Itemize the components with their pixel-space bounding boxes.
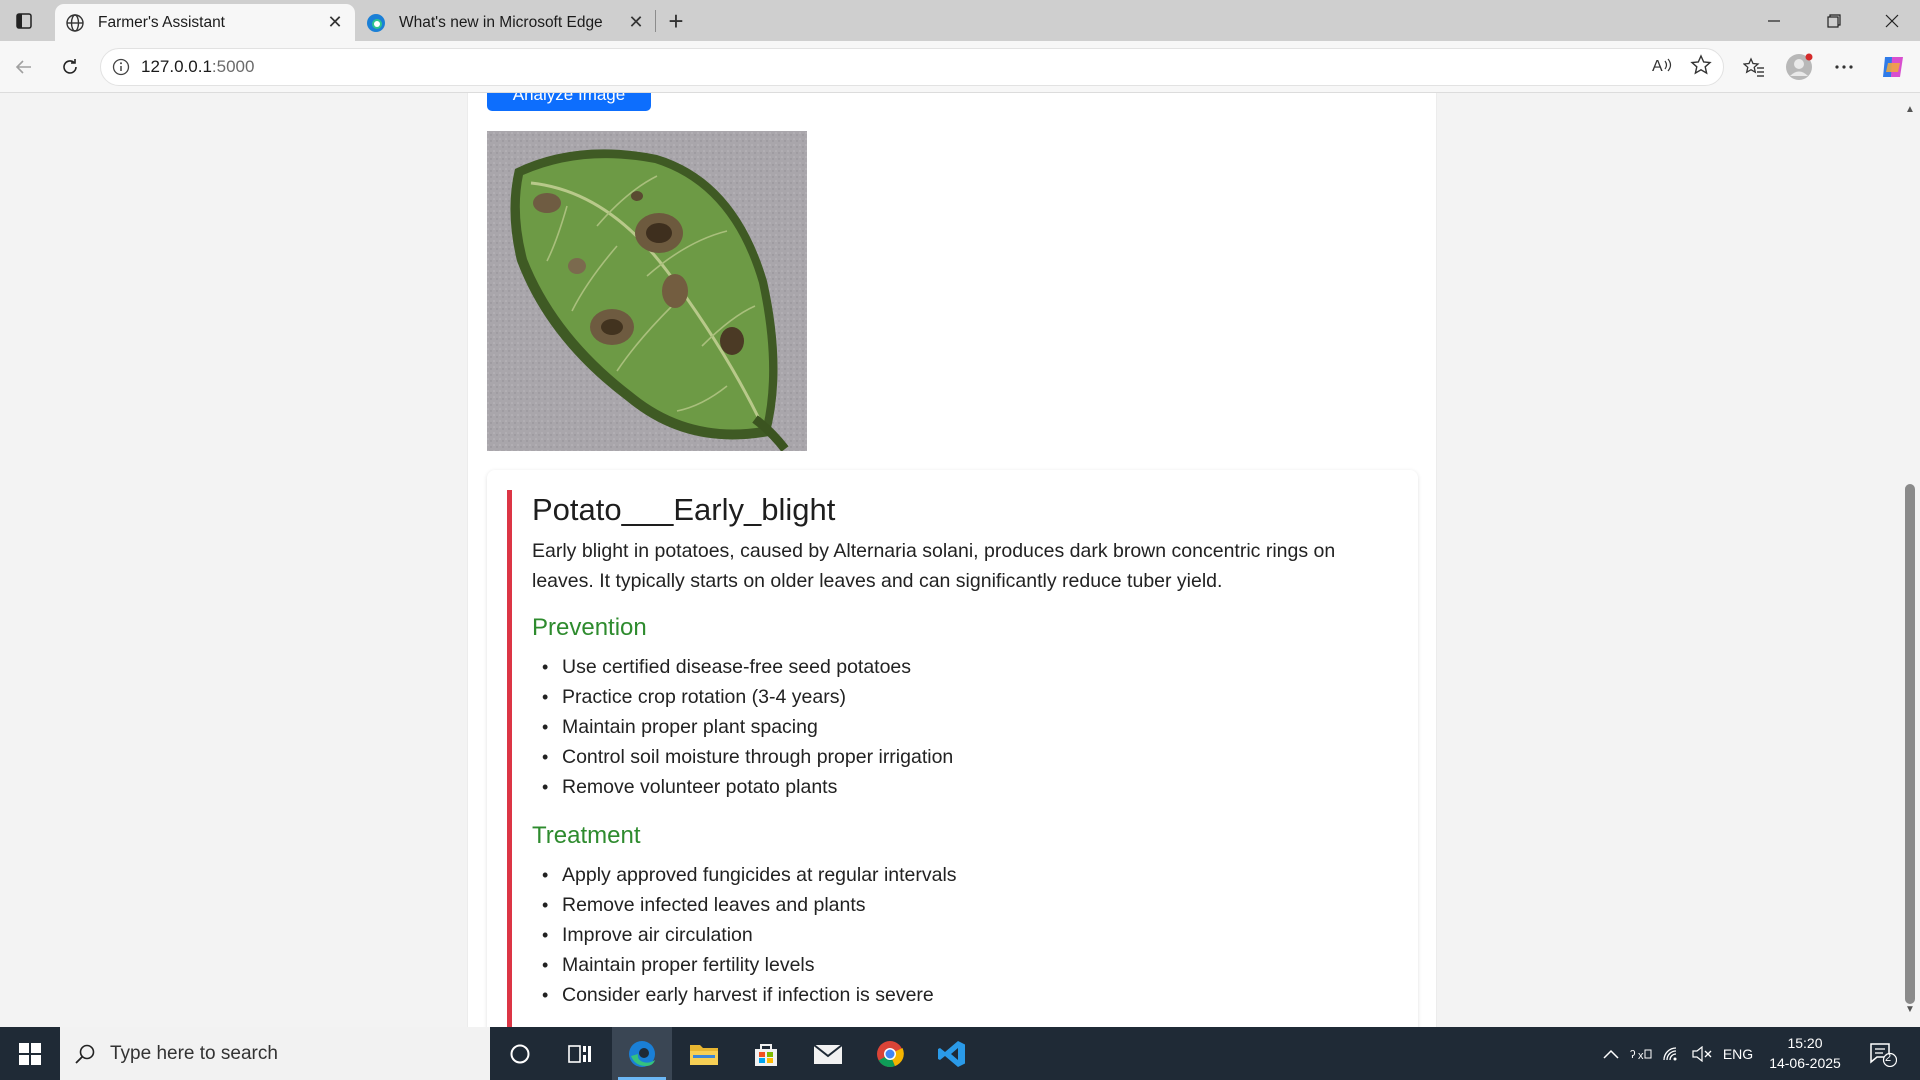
- url-port: :5000: [211, 57, 255, 76]
- new-tab-button[interactable]: +: [660, 6, 692, 36]
- address-bar[interactable]: 127.0.0.1:5000: [100, 48, 1724, 86]
- cortana-circle-icon: [510, 1044, 530, 1063]
- taskbar-search-box[interactable]: Type here to search: [60, 1027, 490, 1080]
- edge-icon: [629, 1040, 655, 1067]
- input-method-icon[interactable]: ʔx: [1627, 1027, 1655, 1080]
- more-options-icon[interactable]: [1826, 49, 1862, 85]
- back-button[interactable]: [6, 49, 42, 85]
- profile-avatar[interactable]: [1781, 49, 1817, 85]
- taskbar-edge-app[interactable]: [612, 1027, 672, 1080]
- cortana-button[interactable]: [490, 1027, 550, 1080]
- taskbar-vscode-app[interactable]: [922, 1027, 982, 1080]
- list-item: Apply approved fungicides at regular int…: [532, 860, 1392, 890]
- mail-icon: [813, 1043, 843, 1064]
- browser-toolbar: 127.0.0.1:5000 A: [0, 41, 1920, 93]
- severity-indicator-bar: [507, 490, 512, 1027]
- close-tab-icon[interactable]: ✕: [321, 9, 349, 37]
- close-window-icon[interactable]: [1864, 0, 1920, 41]
- tab-actions-icon: [16, 13, 32, 29]
- list-item: Control soil moisture through proper irr…: [532, 742, 1392, 772]
- url-host: 127.0.0.1: [141, 57, 212, 76]
- url-text: 127.0.0.1:5000: [141, 57, 254, 77]
- list-item: Improve air circulation: [532, 920, 1392, 950]
- globe-icon: [64, 12, 86, 34]
- clock-date: 14-06-2025: [1769, 1055, 1841, 1071]
- svg-text:x: x: [1638, 1050, 1644, 1062]
- disease-name-heading: Potato___Early_blight: [532, 492, 836, 527]
- uploaded-leaf-image: [487, 131, 807, 451]
- search-placeholder: Type here to search: [110, 1042, 278, 1064]
- result-card: Potato___Early_blight Early blight in po…: [487, 470, 1418, 1027]
- list-item: Remove infected leaves and plants: [532, 890, 1392, 920]
- notification-icon: [1870, 1042, 1897, 1067]
- tab-title: Farmer's Assistant: [98, 13, 225, 31]
- read-aloud-icon[interactable]: A: [1645, 48, 1679, 82]
- task-view-button[interactable]: [550, 1027, 610, 1080]
- close-tab-icon[interactable]: ✕: [622, 9, 650, 37]
- vscode-icon: [938, 1040, 965, 1067]
- result-body: Potato___Early_blight Early blight in po…: [532, 490, 1392, 1027]
- taskbar-chrome-app[interactable]: [860, 1027, 920, 1080]
- clock-time: 15:20: [1787, 1035, 1823, 1051]
- prevention-list: Use certified disease-free seed potatoes…: [532, 652, 1392, 802]
- refresh-icon: [63, 59, 77, 74]
- treatment-heading: Treatment: [532, 822, 641, 849]
- start-button[interactable]: [0, 1027, 60, 1080]
- site-info-icon[interactable]: [101, 58, 141, 76]
- volume-muted-icon[interactable]: [1688, 1027, 1716, 1080]
- show-hidden-icons-chevron-icon[interactable]: [1598, 1027, 1624, 1080]
- wifi-icon[interactable]: [1658, 1027, 1686, 1080]
- browser-title-bar: Farmer's Assistant ✕ What's new in Micro…: [0, 0, 1920, 41]
- list-item: Maintain proper plant spacing: [532, 712, 1392, 742]
- tab-title: What's new in Microsoft Edge: [399, 13, 603, 31]
- favorite-star-icon[interactable]: [1684, 48, 1718, 82]
- tab-divider: [655, 10, 656, 32]
- language-indicator[interactable]: ENG: [1718, 1027, 1758, 1080]
- windows-logo-icon: [19, 1042, 41, 1065]
- task-view-icon: [568, 1044, 591, 1063]
- minimize-icon[interactable]: [1746, 0, 1802, 41]
- tab-whats-new-edge[interactable]: What's new in Microsoft Edge ✕: [356, 4, 656, 41]
- store-icon: [755, 1043, 777, 1066]
- page-scrollbar[interactable]: ▲ ▼: [1900, 93, 1920, 1027]
- restore-icon[interactable]: [1806, 0, 1862, 41]
- taskbar-file-explorer-app[interactable]: [674, 1027, 734, 1080]
- chrome-icon: [877, 1040, 904, 1067]
- back-arrow-icon: [15, 60, 31, 74]
- taskbar-mail-app[interactable]: [798, 1027, 858, 1080]
- tab-farmers-assistant[interactable]: Farmer's Assistant ✕: [55, 4, 355, 41]
- edge-icon: [365, 12, 387, 34]
- copilot-icon[interactable]: [1875, 49, 1911, 85]
- main-container: Analyze Image Potato___Early_blight Earl…: [467, 93, 1437, 1027]
- folder-icon: [690, 1044, 718, 1065]
- search-icon: [60, 1043, 110, 1065]
- list-item: Consider early harvest if infection is s…: [532, 980, 1392, 1010]
- svg-text:A: A: [1652, 58, 1663, 75]
- list-item: Maintain proper fertility levels: [532, 950, 1392, 980]
- scrollbar-thumb[interactable]: [1905, 484, 1915, 1004]
- refresh-button[interactable]: [52, 49, 88, 85]
- favorites-icon[interactable]: [1736, 49, 1772, 85]
- treatment-list: Apply approved fungicides at regular int…: [532, 860, 1392, 1010]
- disease-description: Early blight in potatoes, caused by Alte…: [532, 540, 1336, 592]
- taskbar-store-app[interactable]: [736, 1027, 796, 1080]
- tab-actions-button[interactable]: [6, 6, 42, 36]
- list-item: Use certified disease-free seed potatoes: [532, 652, 1392, 682]
- analyze-image-button[interactable]: Analyze Image: [487, 93, 651, 111]
- prevention-heading: Prevention: [532, 614, 647, 641]
- notification-center-button[interactable]: 2: [1862, 1027, 1904, 1080]
- list-item: Practice crop rotation (3-4 years): [532, 682, 1392, 712]
- scroll-up-arrow-icon[interactable]: ▲: [1904, 103, 1916, 115]
- taskbar-clock[interactable]: 15:20 14-06-2025: [1762, 1033, 1848, 1073]
- scroll-down-arrow-icon[interactable]: ▼: [1904, 1003, 1916, 1015]
- list-item: Remove volunteer potato plants: [532, 772, 1392, 802]
- svg-text:ʔ: ʔ: [1630, 1049, 1636, 1061]
- notification-count-badge: 2: [1885, 1052, 1892, 1064]
- windows-taskbar: Type here to search ʔx ENG 15:20 14-06-2…: [0, 1027, 1920, 1080]
- page-viewport: Analyze Image Potato___Early_blight Earl…: [0, 93, 1900, 1027]
